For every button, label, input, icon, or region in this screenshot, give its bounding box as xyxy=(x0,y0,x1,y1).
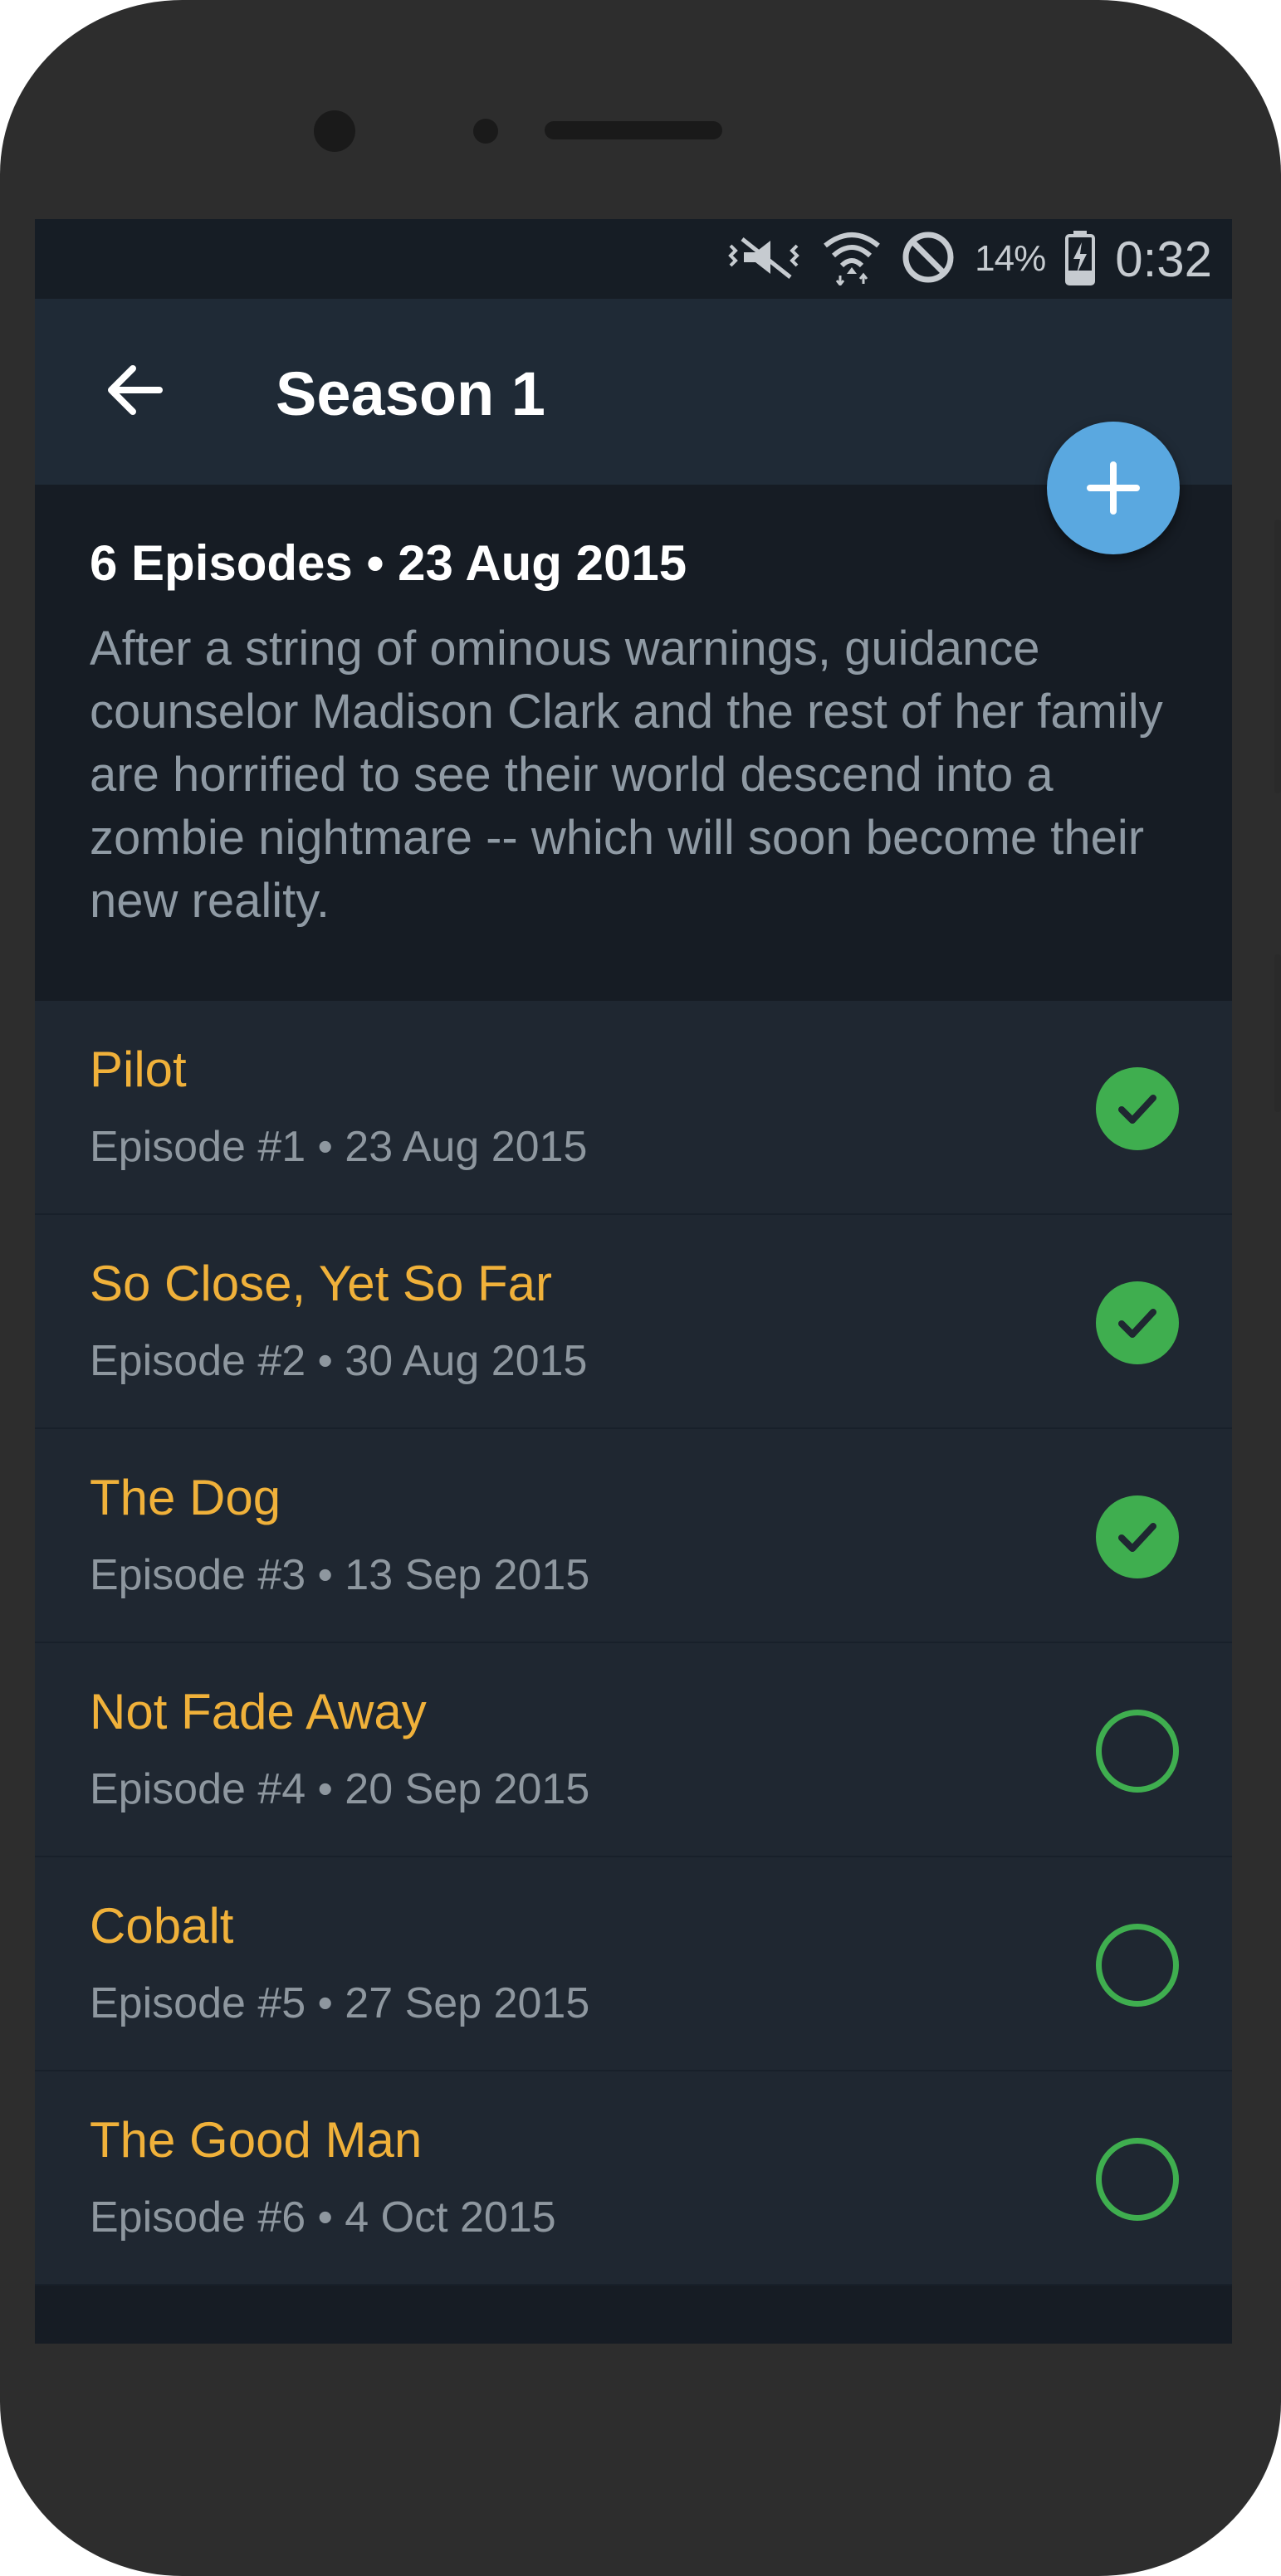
episode-subtitle: Episode #4 • 20 Sep 2015 xyxy=(90,1765,590,1813)
episode-row[interactable]: The Good Man Episode #6 • 4 Oct 2015 xyxy=(35,2071,1232,2286)
app-screen: 14% 0:32 Season 1 6 Episodes • 23 Aug 20… xyxy=(35,219,1232,2344)
clock: 0:32 xyxy=(1115,231,1212,287)
watched-toggle[interactable] xyxy=(1096,1067,1179,1150)
watched-toggle[interactable] xyxy=(1096,1495,1179,1578)
episode-row[interactable]: So Close, Yet So Far Episode #2 • 30 Aug… xyxy=(35,1215,1232,1429)
episode-title: Cobalt xyxy=(90,1898,234,1954)
watched-toggle[interactable] xyxy=(1096,1281,1179,1364)
app-toolbar: Season 1 xyxy=(35,299,1232,485)
episode-subtitle: Episode #5 • 27 Sep 2015 xyxy=(90,1979,590,2027)
check-icon xyxy=(1118,1095,1156,1124)
episode-title: The Good Man xyxy=(90,2112,423,2168)
plus-icon xyxy=(1087,461,1140,515)
check-icon xyxy=(1118,1523,1156,1552)
unwatched-toggle[interactable] xyxy=(1096,1924,1179,2007)
episode-subtitle: Episode #6 • 4 Oct 2015 xyxy=(90,2193,556,2242)
page-title: Season 1 xyxy=(276,359,545,428)
unwatched-toggle[interactable] xyxy=(1096,1710,1179,1793)
back-button[interactable] xyxy=(93,349,176,432)
status-icons: 14% 0:32 xyxy=(724,229,1212,290)
volume-button xyxy=(1274,954,1281,1112)
episode-title: Not Fade Away xyxy=(90,1684,427,1739)
unwatched-toggle[interactable] xyxy=(1096,2138,1179,2221)
season-description: After a string of ominous warnings, guid… xyxy=(90,622,1163,928)
front-camera xyxy=(314,110,355,152)
power-button xyxy=(1274,520,1281,793)
arrow-left-icon xyxy=(108,365,163,415)
status-bar: 14% 0:32 xyxy=(35,219,1232,299)
add-button[interactable] xyxy=(1047,422,1180,554)
earpiece-speaker xyxy=(545,121,722,139)
episode-row[interactable]: Cobalt Episode #5 • 27 Sep 2015 xyxy=(35,1857,1232,2071)
episode-title: Pilot xyxy=(90,1042,187,1097)
check-icon xyxy=(1118,1309,1156,1338)
episode-title: So Close, Yet So Far xyxy=(90,1256,552,1311)
phone-frame: 14% 0:32 Season 1 6 Episodes • 23 Aug 20… xyxy=(0,0,1281,2576)
battery-charging-icon xyxy=(1063,229,1097,290)
wifi-icon xyxy=(822,229,882,290)
episode-subtitle: Episode #3 • 13 Sep 2015 xyxy=(90,1551,590,1599)
battery-percent: 14% xyxy=(975,238,1046,279)
season-meta: 6 Episodes • 23 Aug 2015 xyxy=(90,535,687,591)
episode-subtitle: Episode #1 • 23 Aug 2015 xyxy=(90,1123,588,1171)
episode-subtitle: Episode #2 • 30 Aug 2015 xyxy=(90,1337,588,1385)
episode-row[interactable]: The Dog Episode #3 • 13 Sep 2015 xyxy=(35,1429,1232,1643)
vibrate-mute-icon xyxy=(724,232,804,286)
proximity-sensor xyxy=(473,119,498,144)
episode-row[interactable]: Pilot Episode #1 • 23 Aug 2015 xyxy=(35,1001,1232,1215)
episode-row[interactable]: Not Fade Away Episode #4 • 20 Sep 2015 xyxy=(35,1643,1232,1857)
do-not-disturb-icon xyxy=(900,229,956,290)
list-footer xyxy=(35,2286,1232,2344)
episode-list: Pilot Episode #1 • 23 Aug 2015 So Close,… xyxy=(35,1001,1232,2286)
episode-title: The Dog xyxy=(90,1470,281,1525)
